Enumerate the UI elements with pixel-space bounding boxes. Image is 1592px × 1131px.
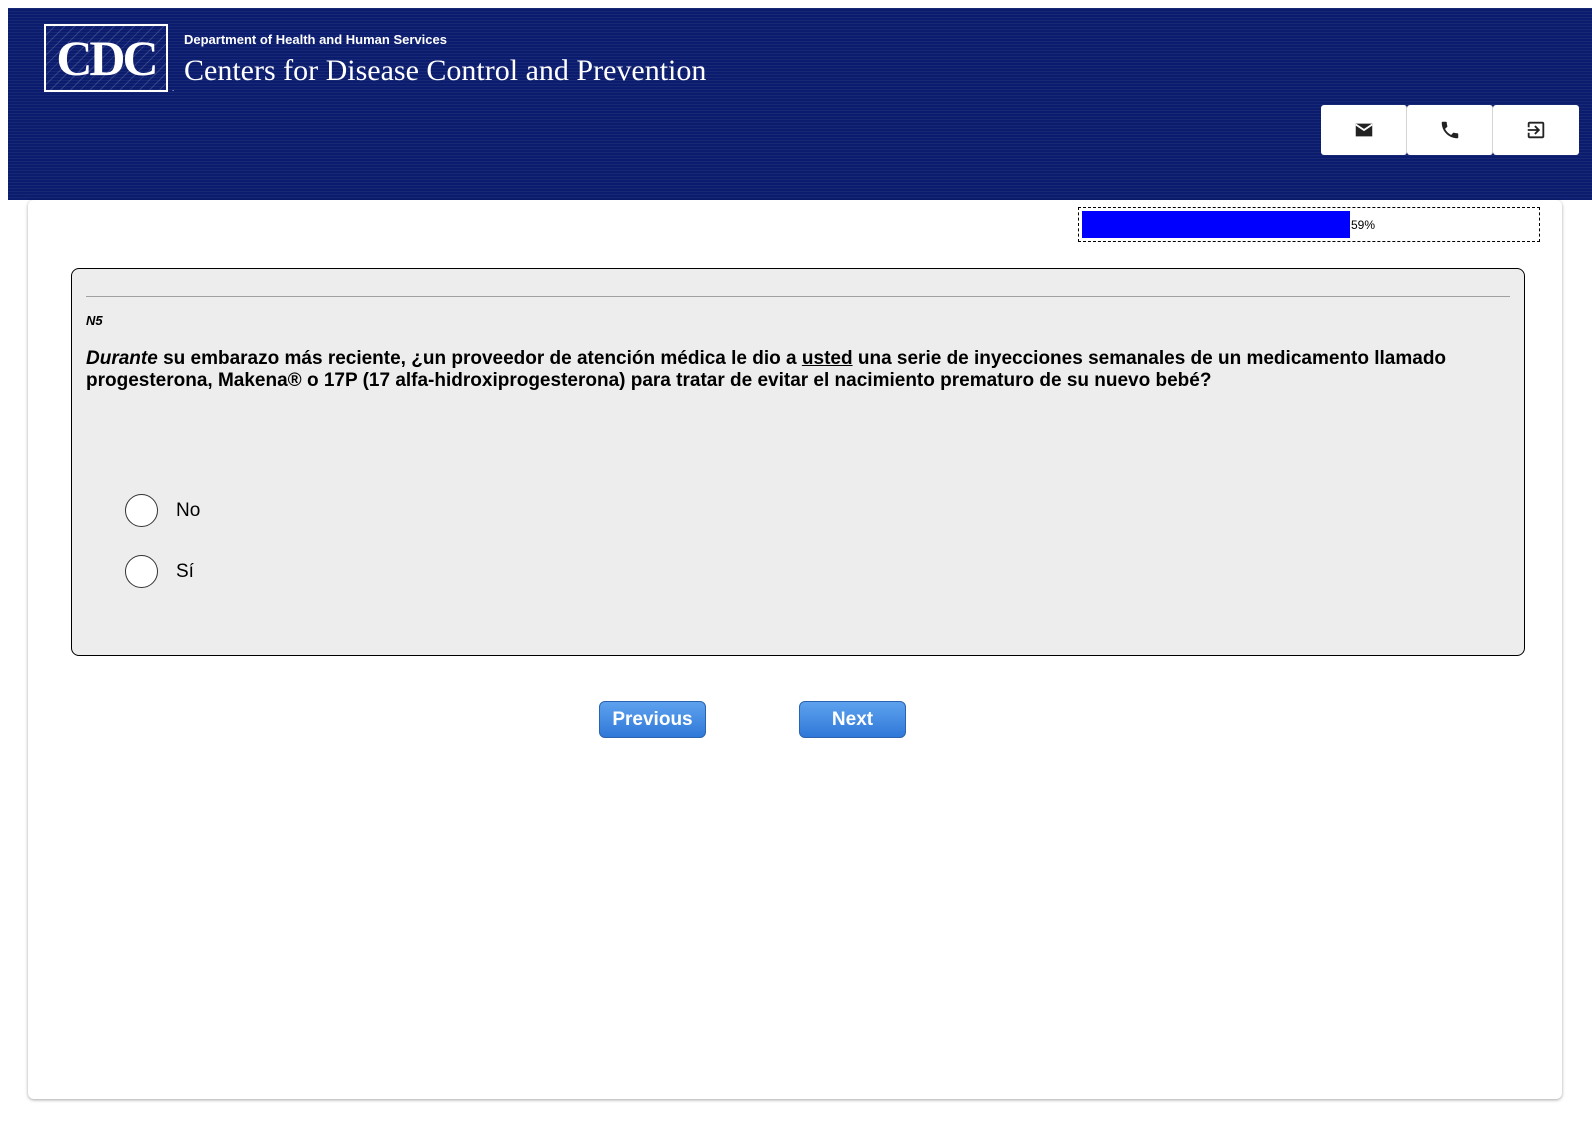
progress-fill xyxy=(1082,211,1350,238)
option-si[interactable]: Sí xyxy=(125,555,194,588)
question-text-underlined: usted xyxy=(801,348,853,369)
question-text-segment: su embarazo más reciente, ¿un proveedor … xyxy=(157,348,802,369)
option-label: Sí xyxy=(176,560,194,582)
divider xyxy=(86,296,1510,297)
survey-card: 59% N5 Durante su embarazo más reciente,… xyxy=(28,200,1562,1099)
email-button[interactable] xyxy=(1321,105,1407,155)
logout-icon xyxy=(1527,121,1545,139)
question-text: Durante su embarazo más reciente, ¿un pr… xyxy=(86,348,1486,392)
header-actions xyxy=(1321,105,1579,155)
envelope-icon xyxy=(1354,123,1373,137)
phone-button[interactable] xyxy=(1407,105,1493,155)
question-code: N5 xyxy=(86,313,103,328)
phone-icon xyxy=(1441,121,1458,139)
cdc-logo: CDC xyxy=(44,24,168,92)
department-name: Department of Health and Human Services xyxy=(184,32,447,47)
exit-button[interactable] xyxy=(1493,105,1579,155)
organization-name: Centers for Disease Control and Preventi… xyxy=(184,54,707,87)
logo-mark: . xyxy=(172,84,175,93)
radio-si[interactable] xyxy=(125,555,158,588)
logo-text: CDC xyxy=(56,30,158,86)
question-text-emphasis: Durante xyxy=(86,348,158,369)
site-header: CDC . Department of Health and Human Ser… xyxy=(8,8,1592,200)
question-panel: N5 Durante su embarazo más reciente, ¿un… xyxy=(71,268,1525,656)
progress-bar: 59% xyxy=(1078,207,1540,242)
progress-label: 59% xyxy=(1351,218,1376,232)
radio-no[interactable] xyxy=(125,494,158,527)
option-label: No xyxy=(176,499,201,521)
previous-button[interactable]: Previous xyxy=(599,701,706,738)
option-no[interactable]: No xyxy=(125,494,200,527)
next-button[interactable]: Next xyxy=(799,701,906,738)
